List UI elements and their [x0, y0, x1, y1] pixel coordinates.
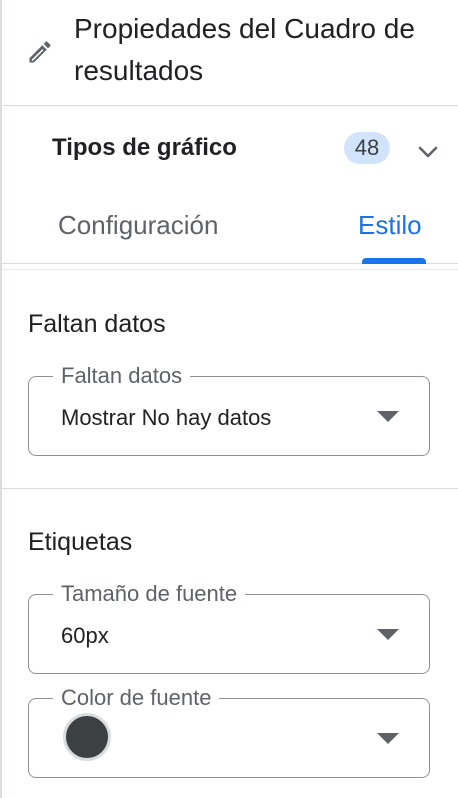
chart-properties-panel: Propiedades del Cuadro de resultados Tip… — [0, 0, 458, 798]
labels-heading: Etiquetas — [28, 528, 133, 556]
chevron-down-icon[interactable] — [416, 140, 440, 164]
missing-data-value: Mostrar No hay datos — [61, 405, 272, 430]
active-tab-indicator — [362, 258, 426, 264]
font-size-select[interactable]: Tamaño de fuente 60px — [28, 579, 430, 674]
missing-data-select[interactable]: Faltan datos Mostrar No hay datos — [28, 361, 430, 456]
pencil-icon[interactable] — [26, 38, 54, 66]
chart-types-label: Tipos de gráfico — [52, 134, 237, 161]
missing-data-heading: Faltan datos — [28, 310, 166, 338]
dropdown-arrow-icon — [377, 733, 399, 744]
font-color-field-label: Color de fuente — [53, 683, 220, 713]
dropdown-arrow-icon — [377, 629, 399, 640]
chart-types-count-badge: 48 — [344, 132, 390, 164]
font-color-swatch — [63, 713, 111, 761]
chart-types-toggle[interactable]: Tipos de gráfico 48 — [2, 106, 458, 188]
panel-title: Propiedades del Cuadro de resultados — [74, 13, 415, 86]
missing-data-field-label: Faltan datos — [53, 361, 191, 391]
tab-bar: Configuración Estilo — [2, 188, 458, 264]
tab-configuracion[interactable]: Configuración — [58, 210, 218, 241]
font-size-field-label: Tamaño de fuente — [53, 579, 246, 609]
font-size-value: 60px — [61, 623, 109, 648]
dropdown-arrow-icon — [377, 411, 399, 422]
divider — [2, 269, 458, 270]
section-divider — [2, 488, 458, 489]
panel-header: Propiedades del Cuadro de resultados — [2, 0, 458, 106]
tab-estilo[interactable]: Estilo — [358, 210, 422, 241]
font-color-select[interactable]: Color de fuente — [28, 683, 430, 778]
